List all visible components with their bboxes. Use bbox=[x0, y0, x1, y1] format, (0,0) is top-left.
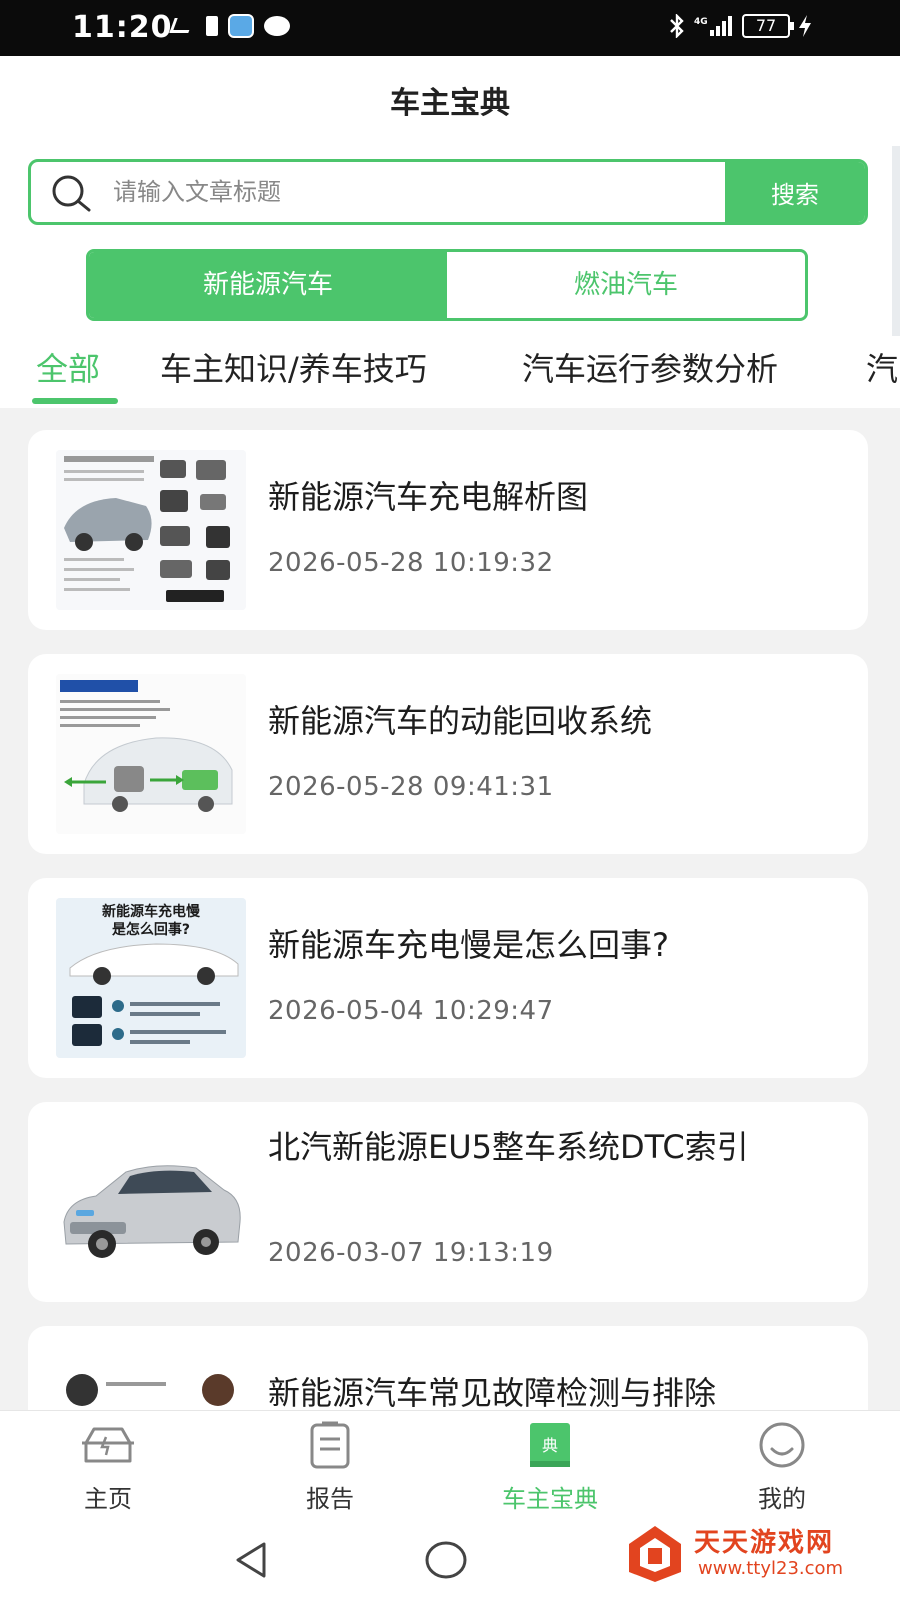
segment-new-energy[interactable]: 新能源汽车 bbox=[89, 252, 447, 318]
category-tab-all[interactable]: 全部 bbox=[36, 344, 100, 390]
status-time: 11:20 bbox=[72, 10, 173, 45]
category-tab-more[interactable]: 汽 bbox=[866, 344, 898, 390]
bottom-tab-bar: 主页 报告 典 车主宝典 我的 bbox=[0, 1410, 900, 1520]
report-icon bbox=[310, 1421, 350, 1469]
article-title: 新能源汽车充电解析图 bbox=[268, 478, 589, 516]
article-date: 2026-05-28 09:41:31 bbox=[268, 772, 554, 802]
svg-text:4G: 4G bbox=[694, 17, 708, 27]
category-tabs: 全部 车主知识/养车技巧 汽车运行参数分析 汽 bbox=[0, 336, 900, 408]
search-button[interactable]: 搜索 bbox=[725, 162, 865, 222]
article-date: 2026-05-28 10:19:32 bbox=[268, 548, 554, 578]
article-card[interactable]: 北汽新能源EU5整车系统DTC索引 2026-03-07 19:13:19 bbox=[28, 1102, 868, 1302]
article-card[interactable]: 新能源汽车充电解析图 2026-05-28 10:19:32 bbox=[28, 430, 868, 630]
category-tab-knowledge[interactable]: 车主知识/养车技巧 bbox=[160, 344, 427, 390]
handbook-icon-glyph: 典 bbox=[542, 1436, 558, 1455]
tab-label: 主页 bbox=[84, 1485, 132, 1513]
search-bar: 搜索 bbox=[28, 159, 868, 225]
search-icon bbox=[52, 175, 91, 212]
home-nav-icon[interactable] bbox=[424, 1540, 468, 1580]
status-notification-icons bbox=[170, 14, 290, 38]
watermark-url: www.ttyl23.com bbox=[698, 1558, 844, 1579]
back-nav-icon[interactable] bbox=[232, 1540, 272, 1580]
energy-recovery-diagram-image bbox=[56, 674, 246, 834]
handbook-icon: 典 bbox=[530, 1423, 570, 1467]
battery-level: 77 bbox=[742, 14, 794, 38]
tab-report[interactable]: 报告 bbox=[250, 1421, 410, 1514]
article-title: 新能源汽车常见故障检测与排除 bbox=[268, 1374, 717, 1410]
tab-label: 我的 bbox=[758, 1485, 806, 1513]
watermark-name: 天天游戏网 bbox=[694, 1528, 835, 1558]
article-date: 2026-03-07 19:13:19 bbox=[268, 1238, 554, 1268]
active-tab-indicator bbox=[32, 398, 118, 404]
article-title: 新能源车充电慢是怎么回事? bbox=[268, 926, 669, 964]
thumb-caption-line-1: 新能源车充电慢 bbox=[102, 903, 201, 920]
charging-bolt-icon bbox=[799, 15, 811, 37]
search-input[interactable] bbox=[113, 162, 713, 222]
page-title: 车主宝典 bbox=[390, 86, 510, 121]
article-card[interactable]: 新能源汽车的动能回收系统 2026-05-28 09:41:31 bbox=[28, 654, 868, 854]
title-bar: 车主宝典 bbox=[0, 56, 900, 146]
ev-charging-diagram-image bbox=[56, 450, 246, 610]
tab-label: 车主宝典 bbox=[502, 1485, 598, 1513]
watermark-logo-icon bbox=[629, 1526, 681, 1582]
profile-icon bbox=[759, 1422, 805, 1468]
home-car-icon bbox=[82, 1427, 134, 1463]
silver-sedan-image bbox=[56, 1122, 246, 1282]
tab-profile[interactable]: 我的 bbox=[702, 1421, 862, 1514]
status-system-icons: 4G 77 bbox=[668, 14, 812, 38]
slow-charging-infographic-image: 新能源车充电慢 是怎么回事? bbox=[56, 898, 246, 1058]
article-list: 新能源汽车充电解析图 2026-05-28 10:19:32 新能源汽车的动能回… bbox=[0, 408, 900, 1410]
article-card[interactable]: 新能源汽车常见故障检测与排除 bbox=[28, 1326, 868, 1410]
article-card[interactable]: 新能源车充电慢 是怎么回事? 新能源车充电慢是怎么回事? 2026-05-04 … bbox=[28, 878, 868, 1078]
tab-label: 报告 bbox=[306, 1485, 354, 1513]
vehicle-type-segment: 新能源汽车 燃油汽车 bbox=[86, 249, 808, 321]
chat-bubble-icon bbox=[264, 16, 290, 36]
tab-handbook[interactable]: 典 车主宝典 bbox=[470, 1421, 630, 1514]
article-title: 新能源汽车的动能回收系统 bbox=[268, 702, 653, 740]
thumb-caption-line-2: 是怎么回事? bbox=[112, 921, 190, 938]
category-tab-parameters[interactable]: 汽车运行参数分析 bbox=[522, 344, 778, 390]
status-bar: 11:20 4G 77 bbox=[0, 0, 900, 56]
cast-icon bbox=[170, 16, 196, 36]
segment-fuel[interactable]: 燃油汽车 bbox=[447, 252, 805, 318]
article-title: 北汽新能源EU5整车系统DTC索引 bbox=[268, 1128, 749, 1166]
tab-home[interactable]: 主页 bbox=[28, 1421, 188, 1514]
bluetooth-icon bbox=[670, 14, 684, 38]
cellular-signal-icon: 4G bbox=[694, 16, 732, 36]
battery-notification-icon bbox=[206, 16, 218, 36]
site-watermark: 天天游戏网 www.ttyl23.com bbox=[606, 1510, 900, 1600]
app-notification-icon bbox=[228, 14, 254, 38]
mechanics-image bbox=[56, 1346, 246, 1410]
article-date: 2026-05-04 10:29:47 bbox=[268, 996, 554, 1026]
